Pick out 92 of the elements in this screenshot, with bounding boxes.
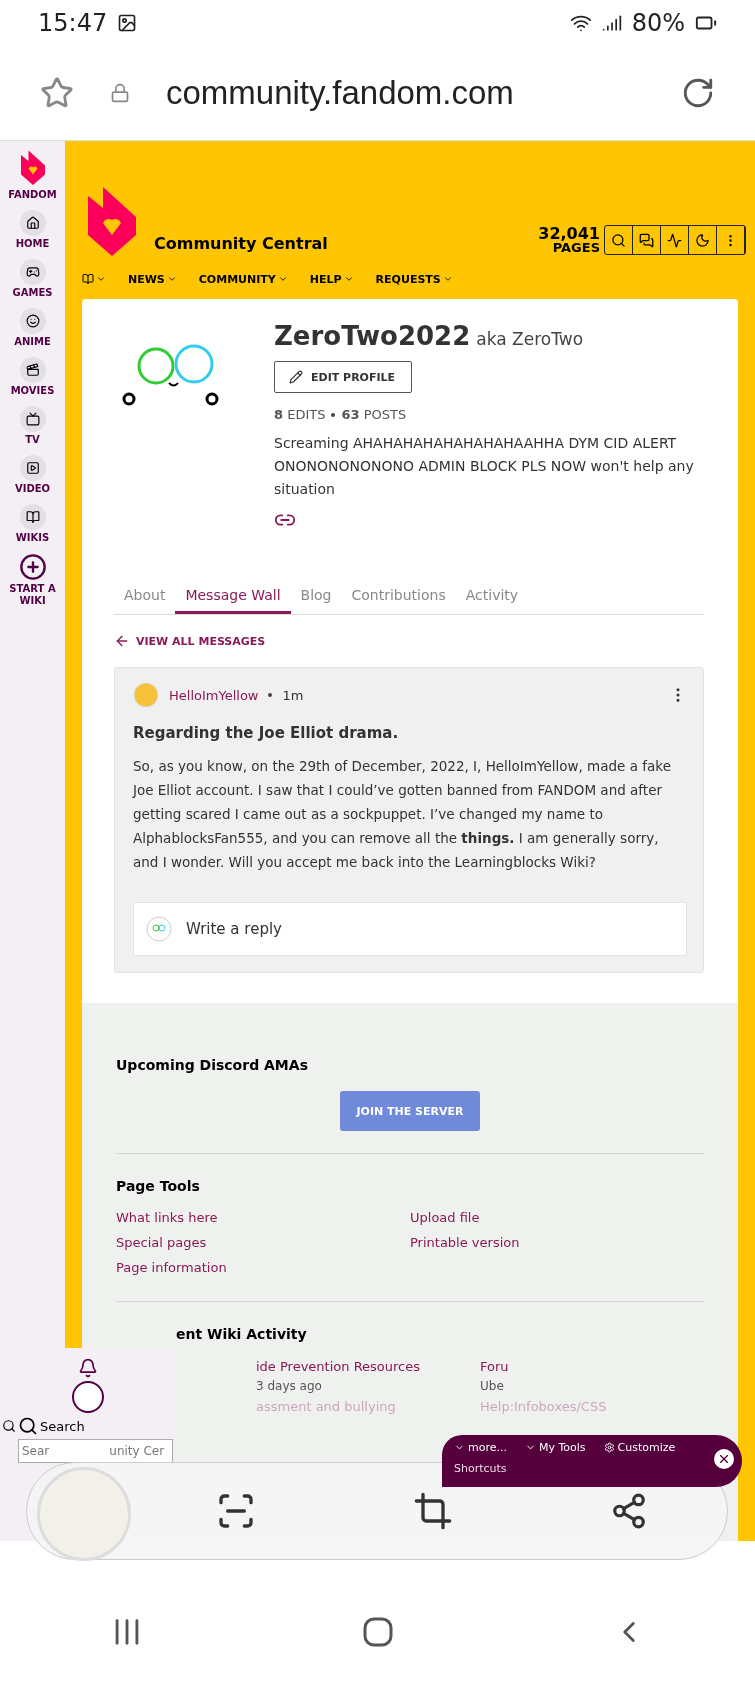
caret-icon bbox=[96, 274, 106, 284]
nav-menu-item[interactable]: REQUESTS bbox=[375, 272, 453, 286]
activity-link[interactable]: Foru bbox=[480, 1359, 509, 1374]
discussions-icon bbox=[639, 232, 654, 248]
activity-meta: 3 days ago bbox=[256, 1379, 322, 1393]
sidebar-item[interactable]: GAMES bbox=[4, 286, 61, 299]
sidebar-item[interactable]: ANIME bbox=[4, 335, 61, 348]
section-heading: Page Tools bbox=[116, 1178, 201, 1194]
profile-tab[interactable]: Activity bbox=[455, 581, 529, 614]
lock-icon bbox=[110, 82, 130, 103]
toolbar-menu-item[interactable]: Customize bbox=[603, 1439, 676, 1456]
toolbar-menu-item[interactable]: more... bbox=[454, 1439, 507, 1456]
user-avatar[interactable] bbox=[71, 1381, 104, 1413]
profile-tab[interactable]: Blog bbox=[290, 581, 342, 614]
screenshot-thumbnail[interactable] bbox=[37, 1467, 131, 1561]
search-icon bbox=[611, 232, 626, 248]
separator-dot-icon bbox=[331, 412, 336, 417]
crop-edit-icon[interactable] bbox=[413, 1491, 453, 1531]
pencil-icon bbox=[289, 370, 303, 384]
plus-circle-icon[interactable] bbox=[18, 552, 47, 581]
page-tool-link[interactable]: What links here bbox=[116, 1210, 410, 1225]
reply-field[interactable]: Write a reply bbox=[133, 902, 687, 956]
caret-icon bbox=[277, 274, 288, 284]
message-title: Regarding the Joe Elliot drama. bbox=[133, 724, 400, 742]
sidebar-brand[interactable]: FANDOM bbox=[4, 188, 61, 201]
search-label: Search bbox=[40, 1418, 85, 1434]
edit-profile-button[interactable]: EDIT PROFILE bbox=[274, 361, 413, 393]
nav-menu-item[interactable]: COMMUNITY bbox=[198, 272, 288, 286]
profile-aka: aka ZeroTwo bbox=[476, 329, 584, 349]
sidebar-item[interactable]: WIKIS bbox=[4, 531, 61, 544]
page-count: 32,041 bbox=[538, 227, 600, 241]
close-icon bbox=[717, 1452, 731, 1466]
url-text[interactable]: community.fandom.com bbox=[166, 73, 645, 112]
page-tool-link[interactable]: Page information bbox=[116, 1260, 410, 1275]
sidebar-item[interactable]: VIDEO bbox=[4, 482, 61, 495]
activity-icon bbox=[667, 232, 682, 248]
page-tool-link[interactable]: Upload file bbox=[410, 1210, 704, 1225]
posts-count: 63 POSTS bbox=[341, 407, 407, 422]
games-icon[interactable] bbox=[19, 258, 46, 285]
nav-menu-item[interactable]: HELP bbox=[309, 272, 354, 286]
author-avatar bbox=[133, 682, 159, 708]
movies-icon[interactable] bbox=[19, 356, 46, 383]
tv-icon[interactable] bbox=[19, 405, 46, 432]
book-icon bbox=[82, 273, 94, 285]
caret-icon bbox=[343, 274, 354, 284]
sidebar-item[interactable]: MOVIES bbox=[4, 384, 61, 397]
anime-icon[interactable] bbox=[19, 307, 46, 334]
bookmark-star-icon[interactable] bbox=[40, 75, 74, 110]
nav-menu-item[interactable]: NEWS bbox=[128, 272, 177, 286]
gear-icon bbox=[603, 1442, 615, 1453]
user-avatar bbox=[146, 916, 172, 942]
activity-link[interactable]: ide Prevention Resources bbox=[256, 1359, 421, 1374]
profile-username: ZeroTwo2022 bbox=[274, 321, 471, 351]
explore-menu[interactable] bbox=[82, 273, 106, 285]
page-tool-link[interactable]: Special pages bbox=[116, 1235, 410, 1250]
arrow-left-icon bbox=[114, 633, 130, 649]
section-heading: ent Wiki Activity bbox=[175, 1326, 308, 1342]
status-time: 15:47 bbox=[38, 8, 108, 37]
close-button[interactable] bbox=[714, 1449, 734, 1469]
battery-percentage: 80% bbox=[631, 8, 685, 37]
activity-meta: Ube bbox=[480, 1379, 504, 1393]
view-all-messages-link[interactable]: VIEW ALL MESSAGES bbox=[114, 633, 704, 649]
caret-icon bbox=[442, 274, 453, 284]
profile-tab[interactable]: Contributions bbox=[341, 581, 456, 614]
sidebar-item[interactable]: START A WIKI bbox=[4, 582, 61, 607]
page-count-label: PAGES bbox=[552, 241, 600, 255]
separator-dot-icon bbox=[268, 693, 273, 697]
shortcuts-label[interactable]: Shortcuts bbox=[454, 1462, 507, 1475]
gallery-icon bbox=[117, 12, 138, 33]
search-field[interactable]: Sear unity Cer bbox=[18, 1439, 173, 1463]
message-body: So, as you know, on the 29th of December, 2022, I, HelloImYellow, made a fake Joe Elliot account. I saw that I could’ve gotten banned from FANDOM and after getting scared I came out as a sockpuppet. I’ve changed my name to AlphablocksFan555, and you can remove all the things. I am generally sorry, and I wonder. Will you accept me back into the Learningblocks Wiki? bbox=[133, 757, 672, 872]
home-icon[interactable] bbox=[19, 209, 46, 236]
wikis-icon[interactable] bbox=[19, 503, 46, 530]
profile-bio: Screaming AHAHAHAHAHAHAHAHAAHHA DYM CID ALERT ONONONONONONO ADMIN BLOCK PLS NOW won't help any situation bbox=[274, 434, 695, 499]
section-heading: Upcoming Discord AMAs bbox=[116, 1057, 309, 1073]
toolbar-menu-item[interactable]: My Tools bbox=[525, 1439, 586, 1456]
edits-count: 8 EDITS bbox=[274, 407, 326, 422]
home-icon[interactable] bbox=[362, 1616, 393, 1647]
sidebar-item[interactable]: TV bbox=[4, 433, 61, 446]
page-tool-link[interactable]: Printable version bbox=[410, 1235, 704, 1250]
sidebar-item[interactable]: HOME bbox=[4, 237, 61, 250]
moon-icon bbox=[695, 232, 710, 248]
wiki-title[interactable]: Community Central bbox=[154, 234, 539, 253]
video-icon[interactable] bbox=[19, 454, 46, 481]
notifications-icon[interactable] bbox=[77, 1358, 98, 1378]
caret-icon bbox=[166, 274, 177, 284]
post-time: 1m bbox=[282, 687, 304, 703]
author-link[interactable]: HelloImYellow bbox=[169, 687, 259, 703]
search-icon[interactable] bbox=[18, 1416, 38, 1436]
profile-tab[interactable]: Message Wall bbox=[175, 581, 291, 614]
profile-tab[interactable]: About bbox=[114, 581, 176, 614]
search-icon[interactable] bbox=[2, 1419, 16, 1433]
